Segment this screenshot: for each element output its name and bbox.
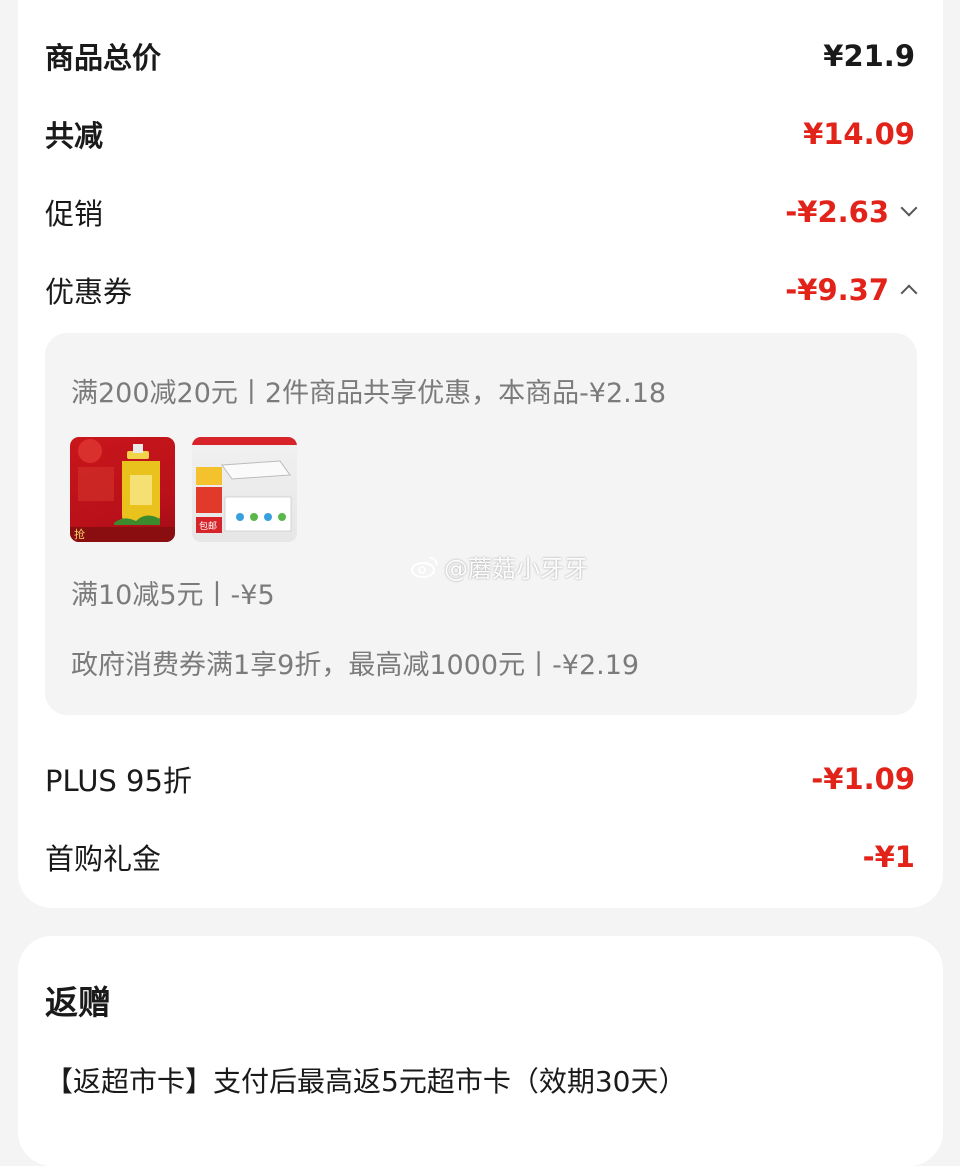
total-reduce-row: 共减 ¥14.09 [45,113,915,155]
product-tag-text: 抢 [74,527,85,541]
coupon-label: 优惠券 [45,275,133,309]
plus-discount-row: PLUS 95折 -¥1.09 [45,758,915,800]
plus-discount-label: PLUS 95折 [45,764,192,798]
gift-card: 返赠 【返超市卡】支付后最高返5元超市卡（效期30天） [18,936,943,1166]
promo-row[interactable]: 促销 -¥2.63 [45,191,918,233]
promo-label: 促销 [45,197,104,231]
weibo-logo-icon [411,556,438,578]
coupon-row[interactable]: 优惠券 -¥9.37 [45,269,918,311]
gift-description: 【返超市卡】支付后最高返5元超市卡（效期30天） [45,1065,687,1098]
promo-value: -¥2.63 [785,195,889,229]
total-price-value: ¥21.9 [823,39,915,73]
coupon-value: -¥9.37 [785,273,889,307]
coupon-value-wrap[interactable]: -¥9.37 [785,273,918,307]
plus-discount-value: -¥1.09 [811,762,915,796]
price-detail-card: 商品总价 ¥21.9 共减 ¥14.09 促销 -¥2.63 优惠券 -¥9.3… [18,0,943,908]
coupon-detail-line-3: 政府消费券满1享9折，最高减1000元丨-¥2.19 [71,650,640,681]
first-purchase-label: 首购礼金 [45,842,162,876]
coupon-detail-line-1: 满200减20元丨2件商品共享优惠，本商品-¥2.18 [71,378,667,409]
total-reduce-label: 共减 [45,119,104,153]
coupon-detail-panel: 满200减20元丨2件商品共享优惠，本商品-¥2.18 抢 包邮 满10减5元丨… [45,333,917,715]
chevron-down-icon[interactable] [900,199,918,217]
total-reduce-value: ¥14.09 [803,117,915,151]
watermark: @蘑菇小牙牙 [410,549,588,584]
promo-value-wrap[interactable]: -¥2.63 [785,195,918,229]
chevron-up-icon[interactable] [900,284,918,302]
first-purchase-value: -¥1 [862,840,915,874]
coupon-detail-line-2: 满10减5元丨-¥5 [71,580,275,611]
first-purchase-row: 首购礼金 -¥1 [45,836,915,878]
hand-soap-product-thumbnail[interactable]: 抢 [70,437,175,542]
watermark-text: @蘑菇小牙牙 [444,555,588,583]
gift-title: 返赠 [45,983,111,1022]
product-tag-text: 包邮 [199,520,217,532]
total-price-row: 商品总价 ¥21.9 [45,35,915,77]
ceiling-light-product-thumbnail[interactable]: 包邮 [192,437,297,542]
total-price-label: 商品总价 [45,41,162,75]
